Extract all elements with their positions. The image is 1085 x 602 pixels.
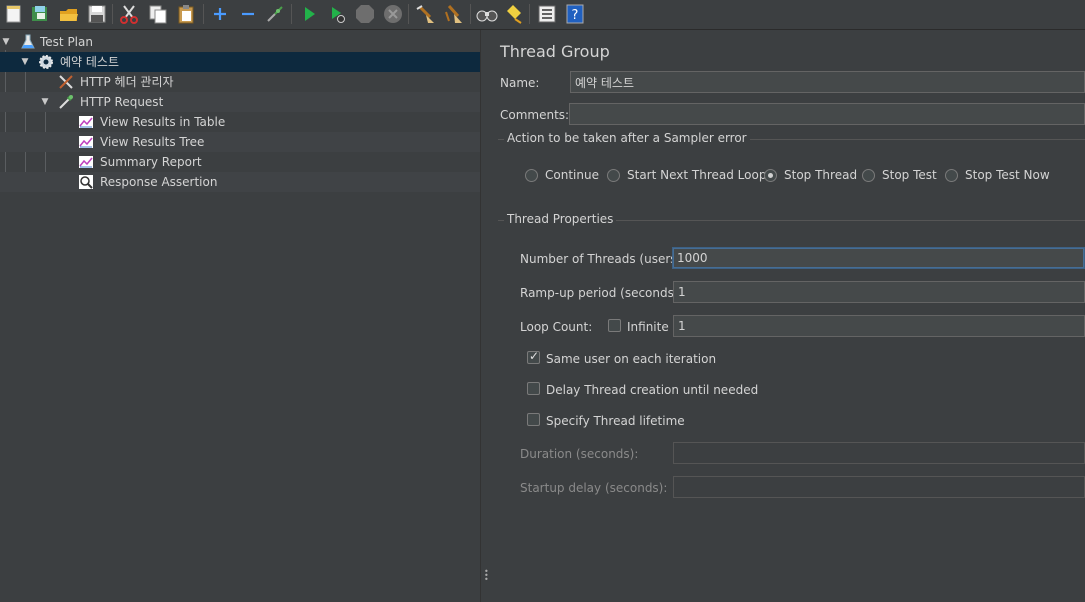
stop-thread-radio[interactable] bbox=[764, 169, 777, 182]
sampler-error-legend: Action to be taken after a Sampler error bbox=[504, 131, 750, 145]
checkmark-icon: ✓ bbox=[529, 349, 540, 363]
shutdown-icon[interactable] bbox=[382, 3, 404, 25]
comments-label: Comments: bbox=[500, 108, 570, 122]
comments-field[interactable] bbox=[569, 103, 1085, 125]
same-user-checkbox[interactable]: ✓ bbox=[527, 349, 540, 364]
collapse-icon[interactable] bbox=[237, 3, 259, 25]
templates-icon[interactable] bbox=[29, 3, 51, 25]
chart-icon bbox=[78, 134, 94, 150]
tree-item-header-manager[interactable]: HTTP 헤더 관리자 bbox=[0, 72, 480, 92]
magnifier-icon bbox=[78, 174, 94, 190]
cut-icon[interactable] bbox=[118, 3, 140, 25]
start-icon[interactable] bbox=[298, 3, 320, 25]
start-no-pauses-icon[interactable] bbox=[326, 3, 348, 25]
search-icon[interactable] bbox=[476, 3, 498, 25]
help-icon[interactable]: ? bbox=[564, 3, 586, 25]
tree-item-view-results-table[interactable]: View Results in Table bbox=[0, 112, 480, 132]
tree-item-thread-group[interactable]: ▼ 예약 테스트 bbox=[0, 52, 480, 72]
expand-arrow-icon[interactable]: ▼ bbox=[20, 52, 30, 72]
startup-delay-label: Startup delay (seconds): bbox=[520, 481, 668, 495]
stop-thread-label: Stop Thread bbox=[784, 168, 858, 182]
chart-icon bbox=[78, 114, 94, 130]
start-next-thread-loop-label: Start Next Thread Loop bbox=[627, 168, 767, 182]
thread-properties-legend: Thread Properties bbox=[504, 212, 617, 226]
tree-item-view-results-tree[interactable]: View Results Tree bbox=[0, 132, 480, 152]
thread-group-panel: Thread Group Name: Comments: Action to b… bbox=[490, 30, 1085, 602]
tree-item-label: Test Plan bbox=[40, 35, 93, 49]
duration-label: Duration (seconds): bbox=[520, 447, 639, 461]
delay-thread-label: Delay Thread creation until needed bbox=[546, 383, 759, 397]
infinite-checkbox[interactable] bbox=[608, 319, 621, 332]
open-icon[interactable] bbox=[58, 3, 80, 25]
clear-icon[interactable] bbox=[414, 3, 436, 25]
pipette-icon bbox=[58, 94, 74, 110]
tree-item-label: Response Assertion bbox=[100, 175, 218, 189]
rampup-field[interactable] bbox=[673, 281, 1085, 303]
function-helper-icon[interactable] bbox=[536, 3, 558, 25]
threads-label: Number of Threads (users): bbox=[520, 252, 686, 266]
tree-item-test-plan[interactable]: ▼ Test Plan bbox=[0, 32, 480, 52]
name-label: Name: bbox=[500, 76, 540, 90]
splitter-grip-icon: • • • bbox=[484, 567, 489, 584]
loop-count-label: Loop Count: bbox=[520, 320, 593, 334]
loop-count-field[interactable] bbox=[673, 315, 1085, 337]
rampup-label: Ramp-up period (seconds): bbox=[520, 286, 683, 300]
tree-item-label: HTTP Request bbox=[80, 95, 164, 109]
delay-thread-checkbox[interactable] bbox=[527, 382, 540, 395]
test-plan-tree: ▼ Test Plan ▼ 예약 테스트 HTTP 헤더 관리자 ▼ HTTP … bbox=[0, 30, 480, 602]
name-field[interactable] bbox=[570, 71, 1085, 93]
thread-lifetime-checkbox[interactable] bbox=[527, 413, 540, 426]
reset-search-icon[interactable] bbox=[503, 3, 525, 25]
gear-icon bbox=[38, 54, 54, 70]
expand-arrow-icon[interactable]: ▼ bbox=[40, 92, 50, 112]
tree-item-http-request[interactable]: ▼ HTTP Request bbox=[0, 92, 480, 112]
infinite-label: Infinite bbox=[627, 320, 669, 334]
tree-item-label: HTTP 헤더 관리자 bbox=[80, 75, 174, 89]
new-icon[interactable] bbox=[3, 3, 25, 25]
continue-radio[interactable] bbox=[525, 169, 538, 182]
flask-icon bbox=[20, 34, 36, 50]
toggle-icon[interactable] bbox=[264, 3, 286, 25]
page-title: Thread Group bbox=[500, 42, 610, 61]
threads-field[interactable] bbox=[672, 247, 1085, 269]
tree-item-label: Summary Report bbox=[100, 155, 202, 169]
start-next-thread-loop-radio[interactable] bbox=[607, 169, 620, 182]
startup-delay-field[interactable] bbox=[673, 476, 1085, 498]
clear-all-icon[interactable] bbox=[443, 3, 465, 25]
tree-item-label: View Results Tree bbox=[100, 135, 205, 149]
duration-field[interactable] bbox=[673, 442, 1085, 464]
continue-label: Continue bbox=[545, 168, 599, 182]
toolbar: ? bbox=[0, 0, 1085, 30]
tree-item-label: 예약 테스트 bbox=[60, 55, 120, 69]
thread-lifetime-label: Specify Thread lifetime bbox=[546, 414, 685, 428]
paste-icon[interactable] bbox=[175, 3, 197, 25]
tools-icon bbox=[58, 74, 74, 90]
expand-icon[interactable] bbox=[209, 3, 231, 25]
stop-icon[interactable] bbox=[354, 3, 376, 25]
tree-item-summary-report[interactable]: Summary Report bbox=[0, 152, 480, 172]
save-icon[interactable] bbox=[86, 3, 108, 25]
svg-text:?: ? bbox=[572, 8, 579, 23]
chart-icon bbox=[78, 154, 94, 170]
same-user-label: Same user on each iteration bbox=[546, 352, 717, 366]
stop-test-radio[interactable] bbox=[862, 169, 875, 182]
tree-item-response-assertion[interactable]: Response Assertion bbox=[0, 172, 480, 192]
stop-test-now-radio[interactable] bbox=[945, 169, 958, 182]
stop-test-label: Stop Test bbox=[882, 168, 937, 182]
expand-arrow-icon[interactable]: ▼ bbox=[1, 32, 11, 52]
stop-test-now-label: Stop Test Now bbox=[965, 168, 1050, 182]
copy-icon[interactable] bbox=[147, 3, 169, 25]
tree-item-label: View Results in Table bbox=[100, 115, 226, 129]
